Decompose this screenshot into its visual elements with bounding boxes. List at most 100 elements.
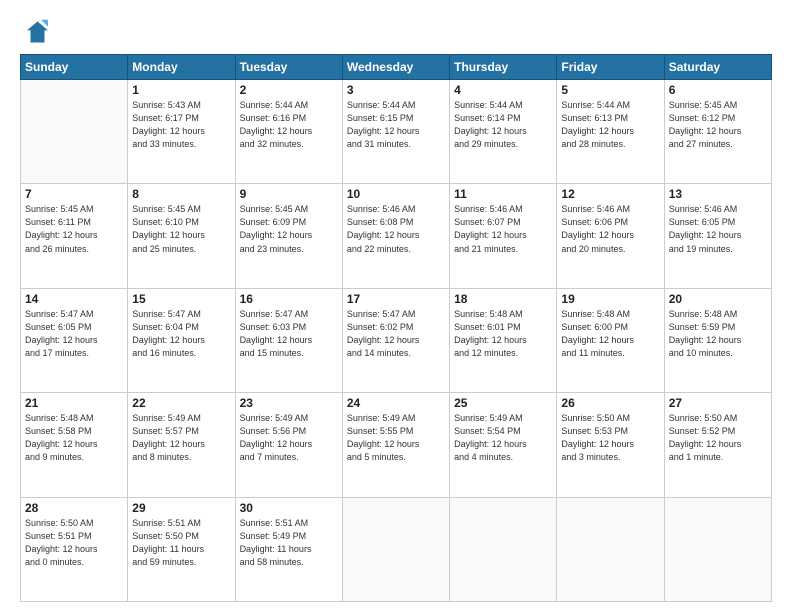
calendar-cell: 21 Sunrise: 5:48 AM Sunset: 5:58 PM Dayli… (21, 393, 128, 497)
day-info: Sunrise: 5:47 AM Sunset: 6:05 PM Dayligh… (25, 308, 123, 360)
day-number: 3 (347, 83, 445, 97)
day-info: Sunrise: 5:51 AM Sunset: 5:49 PM Dayligh… (240, 517, 338, 569)
day-info: Sunrise: 5:46 AM Sunset: 6:07 PM Dayligh… (454, 203, 552, 255)
day-number: 24 (347, 396, 445, 410)
calendar-day-header: Saturday (664, 55, 771, 80)
calendar-cell: 2 Sunrise: 5:44 AM Sunset: 6:16 PM Daylig… (235, 80, 342, 184)
header (20, 18, 772, 46)
day-number: 27 (669, 396, 767, 410)
day-number: 21 (25, 396, 123, 410)
day-info: Sunrise: 5:48 AM Sunset: 6:00 PM Dayligh… (561, 308, 659, 360)
day-info: Sunrise: 5:46 AM Sunset: 6:08 PM Dayligh… (347, 203, 445, 255)
day-number: 7 (25, 187, 123, 201)
day-info: Sunrise: 5:43 AM Sunset: 6:17 PM Dayligh… (132, 99, 230, 151)
day-info: Sunrise: 5:50 AM Sunset: 5:51 PM Dayligh… (25, 517, 123, 569)
day-info: Sunrise: 5:49 AM Sunset: 5:56 PM Dayligh… (240, 412, 338, 464)
calendar-cell (450, 497, 557, 601)
day-info: Sunrise: 5:47 AM Sunset: 6:03 PM Dayligh… (240, 308, 338, 360)
day-number: 12 (561, 187, 659, 201)
day-number: 29 (132, 501, 230, 515)
calendar-cell: 3Sunrise: 5:44 AM Sunset: 6:15 PM Daylig… (342, 80, 449, 184)
calendar-day-header: Monday (128, 55, 235, 80)
day-info: Sunrise: 5:48 AM Sunset: 5:58 PM Dayligh… (25, 412, 123, 464)
day-number: 26 (561, 396, 659, 410)
day-info: Sunrise: 5:51 AM Sunset: 5:50 PM Dayligh… (132, 517, 230, 569)
day-number: 6 (669, 83, 767, 97)
calendar-cell: 23 Sunrise: 5:49 AM Sunset: 5:56 PM Dayli… (235, 393, 342, 497)
calendar-day-header: Sunday (21, 55, 128, 80)
calendar-cell: 17 Sunrise: 5:47 AM Sunset: 6:02 PM Dayli… (342, 288, 449, 392)
calendar-cell: 24 Sunrise: 5:49 AM Sunset: 5:55 PM Dayli… (342, 393, 449, 497)
day-number: 16 (240, 292, 338, 306)
calendar-cell: 5Sunrise: 5:44 AM Sunset: 6:13 PM Daylig… (557, 80, 664, 184)
calendar-week-row: 1 Sunrise: 5:43 AM Sunset: 6:17 PM Daylig… (21, 80, 772, 184)
day-number: 17 (347, 292, 445, 306)
calendar-cell: 13 Sunrise: 5:46 AM Sunset: 6:05 PM Dayli… (664, 184, 771, 288)
calendar-cell: 12 Sunrise: 5:46 AM Sunset: 6:06 PM Dayli… (557, 184, 664, 288)
calendar-day-header: Wednesday (342, 55, 449, 80)
day-number: 19 (561, 292, 659, 306)
day-info: Sunrise: 5:44 AM Sunset: 6:13 PM Dayligh… (561, 99, 659, 151)
day-number: 9 (240, 187, 338, 201)
calendar-day-header: Friday (557, 55, 664, 80)
calendar-week-row: 28 Sunrise: 5:50 AM Sunset: 5:51 PM Dayli… (21, 497, 772, 601)
day-info: Sunrise: 5:47 AM Sunset: 6:02 PM Dayligh… (347, 308, 445, 360)
day-number: 30 (240, 501, 338, 515)
calendar-header-row: SundayMondayTuesdayWednesdayThursdayFrid… (21, 55, 772, 80)
day-number: 20 (669, 292, 767, 306)
day-number: 22 (132, 396, 230, 410)
day-number: 25 (454, 396, 552, 410)
day-info: Sunrise: 5:48 AM Sunset: 6:01 PM Dayligh… (454, 308, 552, 360)
day-info: Sunrise: 5:45 AM Sunset: 6:11 PM Dayligh… (25, 203, 123, 255)
calendar-cell: 7 Sunrise: 5:45 AM Sunset: 6:11 PM Daylig… (21, 184, 128, 288)
day-number: 13 (669, 187, 767, 201)
day-number: 23 (240, 396, 338, 410)
day-info: Sunrise: 5:49 AM Sunset: 5:54 PM Dayligh… (454, 412, 552, 464)
day-info: Sunrise: 5:49 AM Sunset: 5:57 PM Dayligh… (132, 412, 230, 464)
calendar-day-header: Thursday (450, 55, 557, 80)
calendar-cell: 8Sunrise: 5:45 AM Sunset: 6:10 PM Daylig… (128, 184, 235, 288)
calendar-cell (557, 497, 664, 601)
day-info: Sunrise: 5:44 AM Sunset: 6:16 PM Dayligh… (240, 99, 338, 151)
calendar-week-row: 7 Sunrise: 5:45 AM Sunset: 6:11 PM Daylig… (21, 184, 772, 288)
day-number: 15 (132, 292, 230, 306)
day-info: Sunrise: 5:47 AM Sunset: 6:04 PM Dayligh… (132, 308, 230, 360)
day-info: Sunrise: 5:49 AM Sunset: 5:55 PM Dayligh… (347, 412, 445, 464)
day-info: Sunrise: 5:44 AM Sunset: 6:14 PM Dayligh… (454, 99, 552, 151)
day-info: Sunrise: 5:45 AM Sunset: 6:12 PM Dayligh… (669, 99, 767, 151)
day-number: 11 (454, 187, 552, 201)
day-number: 4 (454, 83, 552, 97)
day-number: 14 (25, 292, 123, 306)
day-info: Sunrise: 5:46 AM Sunset: 6:06 PM Dayligh… (561, 203, 659, 255)
calendar-table: SundayMondayTuesdayWednesdayThursdayFrid… (20, 54, 772, 602)
logo-icon (20, 18, 48, 46)
calendar-cell: 16 Sunrise: 5:47 AM Sunset: 6:03 PM Dayli… (235, 288, 342, 392)
day-number: 2 (240, 83, 338, 97)
calendar-cell (664, 497, 771, 601)
page: SundayMondayTuesdayWednesdayThursdayFrid… (0, 0, 792, 612)
day-number: 1 (132, 83, 230, 97)
calendar-cell: 18Sunrise: 5:48 AM Sunset: 6:01 PM Dayli… (450, 288, 557, 392)
day-number: 10 (347, 187, 445, 201)
calendar-cell: 20 Sunrise: 5:48 AM Sunset: 5:59 PM Dayli… (664, 288, 771, 392)
calendar-cell: 19 Sunrise: 5:48 AM Sunset: 6:00 PM Dayli… (557, 288, 664, 392)
calendar-cell: 27Sunrise: 5:50 AM Sunset: 5:52 PM Dayli… (664, 393, 771, 497)
calendar-cell: 11 Sunrise: 5:46 AM Sunset: 6:07 PM Dayli… (450, 184, 557, 288)
calendar-body: 1 Sunrise: 5:43 AM Sunset: 6:17 PM Daylig… (21, 80, 772, 602)
calendar-cell (342, 497, 449, 601)
calendar-cell: 4 Sunrise: 5:44 AM Sunset: 6:14 PM Daylig… (450, 80, 557, 184)
calendar-cell: 14 Sunrise: 5:47 AM Sunset: 6:05 PM Dayli… (21, 288, 128, 392)
calendar-cell: 30 Sunrise: 5:51 AM Sunset: 5:49 PM Dayli… (235, 497, 342, 601)
calendar-cell: 26Sunrise: 5:50 AM Sunset: 5:53 PM Dayli… (557, 393, 664, 497)
calendar-cell: 28 Sunrise: 5:50 AM Sunset: 5:51 PM Dayli… (21, 497, 128, 601)
calendar-week-row: 14 Sunrise: 5:47 AM Sunset: 6:05 PM Dayli… (21, 288, 772, 392)
day-number: 28 (25, 501, 123, 515)
day-info: Sunrise: 5:46 AM Sunset: 6:05 PM Dayligh… (669, 203, 767, 255)
calendar-cell: 29 Sunrise: 5:51 AM Sunset: 5:50 PM Dayli… (128, 497, 235, 601)
calendar-cell: 15 Sunrise: 5:47 AM Sunset: 6:04 PM Dayli… (128, 288, 235, 392)
day-info: Sunrise: 5:45 AM Sunset: 6:10 PM Dayligh… (132, 203, 230, 255)
day-info: Sunrise: 5:48 AM Sunset: 5:59 PM Dayligh… (669, 308, 767, 360)
logo (20, 18, 52, 46)
calendar-cell: 10 Sunrise: 5:46 AM Sunset: 6:08 PM Dayli… (342, 184, 449, 288)
calendar-cell: 6 Sunrise: 5:45 AM Sunset: 6:12 PM Daylig… (664, 80, 771, 184)
